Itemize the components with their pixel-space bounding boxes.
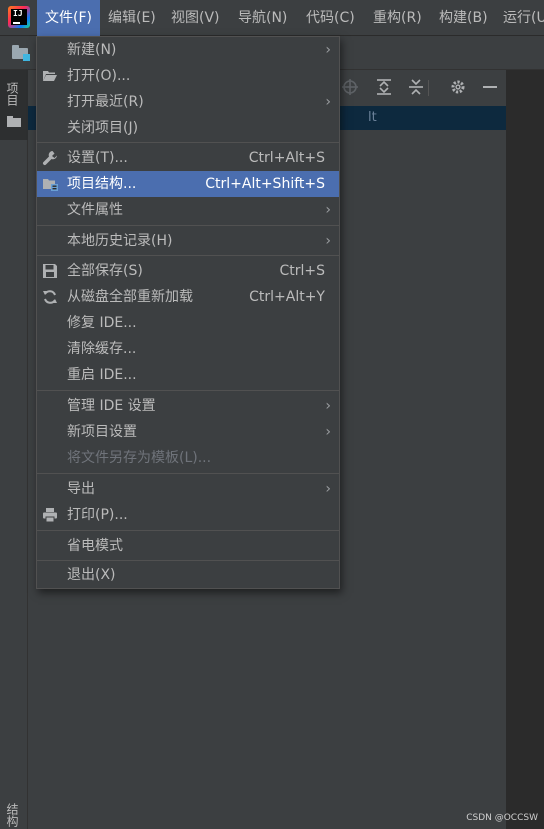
menu-item-new-project-settings[interactable]: 新项目设置 › bbox=[37, 419, 339, 445]
submenu-arrow-icon: › bbox=[325, 424, 331, 440]
project-structure-icon bbox=[42, 176, 58, 192]
menu-item-save-all[interactable]: 全部保存(S) Ctrl+S bbox=[37, 258, 339, 284]
left-tool-strip: 项目 结构 bbox=[0, 70, 28, 829]
menu-item-reload-all[interactable]: 从磁盘全部重新加载 Ctrl+Alt+Y bbox=[37, 284, 339, 310]
menu-build[interactable]: 构建(B) bbox=[439, 0, 488, 36]
menu-item-close-project[interactable]: 关闭项目(J) bbox=[37, 115, 339, 141]
menu-code[interactable]: 代码(C) bbox=[306, 0, 355, 36]
submenu-arrow-icon: › bbox=[325, 233, 331, 249]
reload-icon bbox=[42, 289, 58, 305]
submenu-arrow-icon: › bbox=[325, 94, 331, 110]
menu-item-export[interactable]: 导出 › bbox=[37, 476, 339, 502]
menu-item-local-history[interactable]: 本地历史记录(H) › bbox=[37, 228, 339, 254]
submenu-arrow-icon: › bbox=[325, 42, 331, 58]
menu-navigate[interactable]: 导航(N) bbox=[238, 0, 287, 36]
menu-item-file-properties[interactable]: 文件属性 › bbox=[37, 197, 339, 223]
save-icon bbox=[42, 263, 58, 279]
menu-item-open-recent[interactable]: 打开最近(R) › bbox=[37, 89, 339, 115]
menu-refactor[interactable]: 重构(R) bbox=[373, 0, 422, 36]
menu-edit[interactable]: 编辑(E) bbox=[108, 0, 156, 36]
menu-file[interactable]: 文件(F) bbox=[37, 0, 100, 36]
menu-item-exit[interactable]: 退出(X) bbox=[37, 562, 339, 588]
menu-separator bbox=[37, 390, 339, 391]
menu-item-open[interactable]: 打开(O)... bbox=[37, 63, 339, 89]
intellij-logo-icon: IJ bbox=[8, 6, 30, 28]
menu-item-manage-ide-settings[interactable]: 管理 IDE 设置 › bbox=[37, 393, 339, 419]
collapse-all-icon[interactable] bbox=[406, 78, 426, 98]
right-gutter bbox=[506, 70, 544, 829]
print-icon bbox=[42, 507, 58, 523]
menu-view[interactable]: 视图(V) bbox=[171, 0, 220, 36]
gear-icon[interactable] bbox=[448, 78, 468, 98]
folder-open-icon bbox=[42, 68, 58, 84]
menu-run[interactable]: 运行(U bbox=[503, 0, 544, 36]
structure-tool-tab[interactable]: 结构 bbox=[5, 803, 21, 827]
submenu-arrow-icon: › bbox=[325, 202, 331, 218]
menu-bar: IJ 文件(F) 编辑(E) 视图(V) 导航(N) 代码(C) 重构(R) 构… bbox=[0, 0, 544, 36]
wrench-icon bbox=[42, 150, 58, 166]
menu-item-save-as-template: 将文件另存为模板(L)... bbox=[67, 450, 212, 466]
project-tab-label: 项目 bbox=[5, 82, 19, 106]
submenu-arrow-icon: › bbox=[325, 398, 331, 414]
menu-separator bbox=[37, 255, 339, 256]
menu-separator bbox=[37, 560, 339, 561]
folder-icon bbox=[7, 116, 21, 127]
file-menu-dropdown: 新建(N) › 打开(O)... 打开最近(R) › 关闭项目(J) 设置(T)… bbox=[36, 36, 340, 589]
menu-separator bbox=[37, 473, 339, 474]
menu-item-new[interactable]: 新建(N) › bbox=[37, 37, 339, 63]
menu-item-repair-ide[interactable]: 修复 IDE... bbox=[37, 310, 339, 336]
menu-separator bbox=[37, 530, 339, 531]
menu-item-print[interactable]: 打印(P)... bbox=[37, 502, 339, 528]
menu-item-power-save-mode[interactable]: 省电模式 bbox=[37, 533, 339, 559]
project-tool-tab[interactable]: 项目 bbox=[0, 70, 28, 140]
project-folder-icon[interactable] bbox=[12, 45, 30, 61]
menu-item-invalidate-caches[interactable]: 清除缓存... bbox=[37, 336, 339, 362]
menu-item-restart-ide[interactable]: 重启 IDE... bbox=[37, 362, 339, 388]
locate-icon[interactable] bbox=[340, 78, 360, 98]
watermark: CSDN @OCCSW bbox=[466, 813, 538, 823]
menu-item-settings[interactable]: 设置(T)... Ctrl+Alt+S bbox=[37, 145, 339, 171]
menu-separator bbox=[37, 225, 339, 226]
expand-all-icon[interactable] bbox=[374, 78, 394, 98]
selected-row-text: lt bbox=[368, 110, 377, 125]
minimize-icon[interactable] bbox=[480, 78, 500, 98]
submenu-arrow-icon: › bbox=[325, 481, 331, 497]
menu-item-project-structure[interactable]: 项目结构... Ctrl+Alt+Shift+S bbox=[37, 171, 339, 197]
menu-separator bbox=[37, 142, 339, 143]
toolbar-separator bbox=[428, 80, 429, 96]
